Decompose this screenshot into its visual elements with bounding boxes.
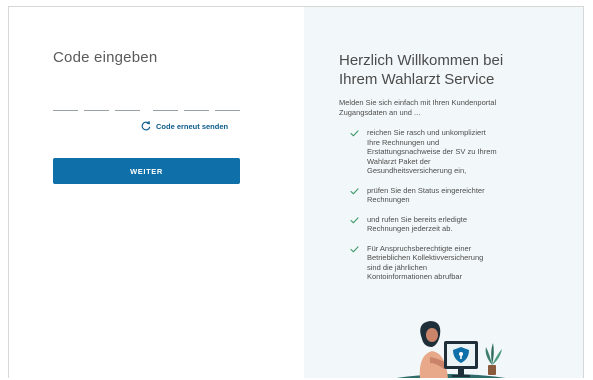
plant-icon xyxy=(485,343,502,375)
checkmark-icon xyxy=(350,216,359,223)
resend-code-label: Code erneut senden xyxy=(156,121,229,131)
benefit-line: Ihre Rechnungen und xyxy=(367,137,440,147)
benefit-line: Kontoinformationen abrufbar xyxy=(367,272,463,281)
checkmark-icon xyxy=(350,187,359,194)
intro-line-1: Melden Sie sich einfach mit Ihren Kunden… xyxy=(339,98,497,107)
benefit-list: reichen Sie rasch und unkompliziert Ihre… xyxy=(350,128,560,282)
benefit-line: prüfen Sie den Status eingereichter xyxy=(367,185,485,195)
resend-code-link[interactable]: Code erneut senden xyxy=(141,121,228,131)
intro-line-2: Zugangsdaten an und ... xyxy=(339,108,421,117)
code-digit-3[interactable] xyxy=(115,95,140,111)
code-digit-1[interactable] xyxy=(53,95,78,111)
benefit-item: Für Anspruchsberechtigte einer Betriebli… xyxy=(350,244,560,282)
benefit-line: und rufen Sie bereits erledigte xyxy=(367,214,468,224)
benefit-line: reichen Sie rasch und unkompliziert xyxy=(367,128,486,137)
welcome-heading-line-2: Ihrem Wahlarzt Service xyxy=(339,71,495,88)
benefit-line: Erstattungsnachweise der SV zu Ihrem xyxy=(367,147,497,156)
page-title: Code eingeben xyxy=(53,49,158,66)
code-group-1 xyxy=(53,95,140,111)
intro-text: Melden Sie sich einfach mit Ihren Kunden… xyxy=(339,98,559,118)
benefit-line: Gesundheitsversicherung ein, xyxy=(367,166,467,175)
benefit-line: Rechnungen jederzeit ab. xyxy=(367,224,453,233)
welcome-heading-line-1: Herzlich Willkommen bei xyxy=(339,52,504,69)
benefit-line: Für Anspruchsberechtigte einer xyxy=(367,243,472,253)
checkmark-icon xyxy=(350,245,359,252)
welcome-panel: Herzlich Willkommen bei Ihrem Wahlarzt S… xyxy=(304,7,583,378)
benefit-item: reichen Sie rasch und unkompliziert Ihre… xyxy=(350,128,560,176)
benefit-item: prüfen Sie den Status eingereichter Rech… xyxy=(350,186,560,205)
checkmark-icon xyxy=(350,130,359,137)
code-digit-4[interactable] xyxy=(153,95,178,111)
code-digit-5[interactable] xyxy=(184,95,209,111)
refresh-icon xyxy=(141,121,151,131)
person-icon xyxy=(419,321,448,378)
benefit-line: sind die jährlichen xyxy=(367,262,428,272)
benefit-item: und rufen Sie bereits erledigte Rechnung… xyxy=(350,215,560,234)
benefit-line: Wahlarzt Paket der xyxy=(367,156,431,166)
code-group-2 xyxy=(153,95,240,111)
code-entry-panel: Code eingeben Code erneut senden WEITER xyxy=(9,7,304,378)
benefit-line: Betrieblichen Kollektivversicherung xyxy=(367,253,484,262)
login-card: Code eingeben Code erneut senden WEITER … xyxy=(8,6,584,378)
benefit-line: Rechnungen xyxy=(367,195,410,204)
weiter-button[interactable]: WEITER xyxy=(53,158,240,184)
code-digit-2[interactable] xyxy=(84,95,109,111)
security-illustration xyxy=(396,321,506,378)
welcome-heading: Herzlich Willkommen bei Ihrem Wahlarzt S… xyxy=(339,51,503,89)
code-digit-6[interactable] xyxy=(215,95,240,111)
